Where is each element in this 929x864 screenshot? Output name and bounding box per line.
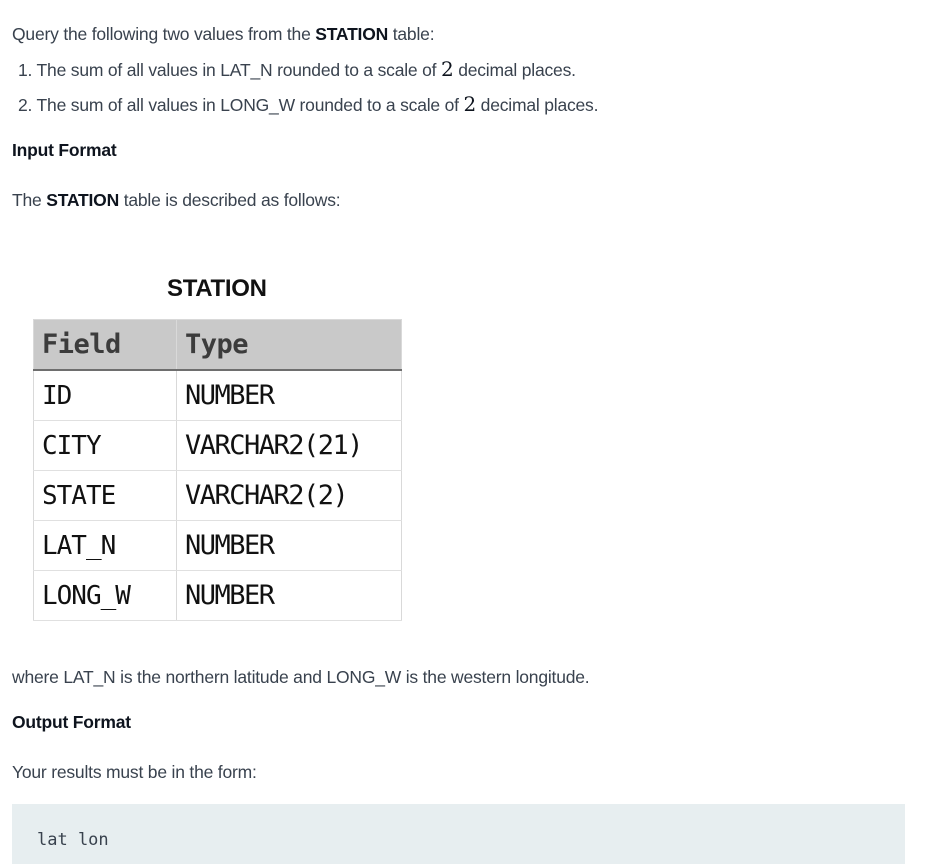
field-cell: ID xyxy=(33,370,177,421)
type-cell: NUMBER xyxy=(176,520,402,571)
header-type: Type xyxy=(176,319,402,371)
requirement-text: The sum of all values in LAT_N rounded t… xyxy=(32,60,441,80)
requirement-value: 2 xyxy=(441,57,454,81)
field-cell: LAT_N xyxy=(33,520,177,571)
requirement-number: 2. xyxy=(18,95,33,115)
output-format-description: Your results must be in the form: xyxy=(12,762,257,782)
code-block[interactable]: lat lon xyxy=(12,804,905,864)
requirement-number: 1. xyxy=(18,60,33,80)
desc-suffix: table is described as follows: xyxy=(119,190,341,210)
desc-prefix: The xyxy=(12,190,47,210)
type-cell: NUMBER xyxy=(176,370,402,421)
header-field: Field xyxy=(33,319,177,371)
intro-suffix: table: xyxy=(388,24,435,44)
requirement-item: 1. The sum of all values in LAT_N rounde… xyxy=(18,57,598,92)
table-row: ID NUMBER xyxy=(33,370,402,421)
output-format-heading: Output Format xyxy=(12,712,131,732)
where-explanation: where LAT_N is the northern latitude and… xyxy=(12,667,590,687)
field-cell: CITY xyxy=(33,420,177,471)
intro-prefix: Query the following two values from the xyxy=(12,24,316,44)
requirement-item: 2. The sum of all values in LONG_W round… xyxy=(18,92,598,127)
requirement-text: The sum of all values in LONG_W rounded … xyxy=(32,95,464,115)
type-cell: NUMBER xyxy=(176,570,402,621)
intro-table-name: STATION xyxy=(315,24,389,44)
desc-table-name: STATION xyxy=(46,190,120,210)
type-cell: VARCHAR2(21) xyxy=(176,420,402,471)
input-format-heading: Input Format xyxy=(12,140,117,160)
requirement-text-end: decimal places. xyxy=(453,60,576,80)
input-format-description: The STATION table is described as follow… xyxy=(12,188,341,212)
table-header-row: Field Type xyxy=(33,319,402,371)
station-table-caption: STATION xyxy=(167,275,267,302)
table-row: LAT_N NUMBER xyxy=(33,520,402,571)
station-schema-table: Field Type ID NUMBER CITY VARCHAR2(21) S… xyxy=(33,319,402,621)
table-row: STATE VARCHAR2(2) xyxy=(33,470,402,521)
requirement-text-end: decimal places. xyxy=(476,95,599,115)
table-row: CITY VARCHAR2(21) xyxy=(33,420,402,471)
requirement-value: 2 xyxy=(463,92,476,116)
field-cell: LONG_W xyxy=(33,570,177,621)
type-cell: VARCHAR2(2) xyxy=(176,470,402,521)
code-text[interactable]: lat lon xyxy=(37,830,109,850)
field-cell: STATE xyxy=(33,470,177,521)
intro-text: Query the following two values from the … xyxy=(12,22,435,46)
table-row: LONG_W NUMBER xyxy=(33,570,402,621)
requirements-list: 1. The sum of all values in LAT_N rounde… xyxy=(18,57,598,127)
